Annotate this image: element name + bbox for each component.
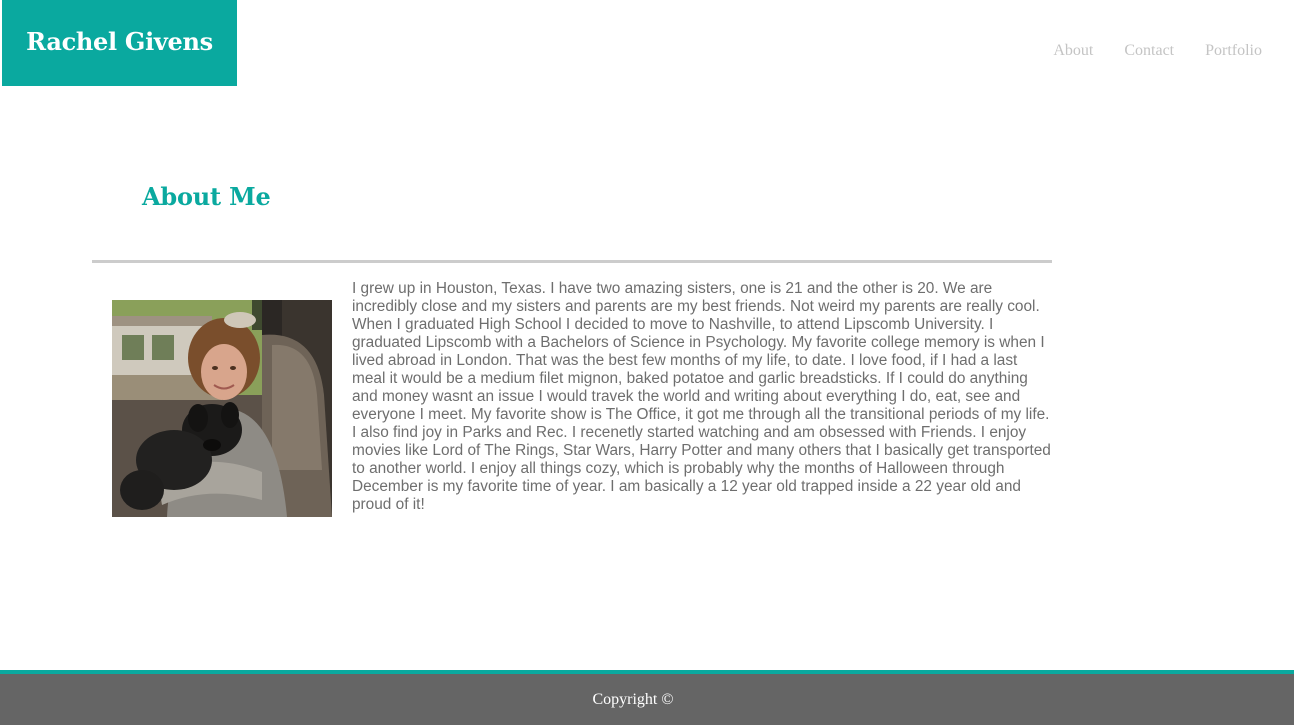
footer-bar: Copyright ©	[0, 674, 1294, 725]
main-nav: About Contact Portfolio	[1053, 42, 1262, 60]
bio-text: I grew up in Houston, Texas. I have two …	[352, 280, 1051, 513]
nav-link-about[interactable]: About	[1053, 42, 1093, 60]
brand-name: Rachel Givens	[26, 27, 213, 56]
copyright-text: Copyright ©	[592, 690, 674, 708]
brand-logo[interactable]: Rachel Givens	[2, 0, 237, 86]
nav-link-portfolio[interactable]: Portfolio	[1205, 42, 1262, 60]
profile-photo	[112, 300, 332, 517]
page-title: About Me	[142, 182, 271, 211]
section-divider	[92, 260, 1052, 263]
nav-link-contact[interactable]: Contact	[1124, 42, 1174, 60]
